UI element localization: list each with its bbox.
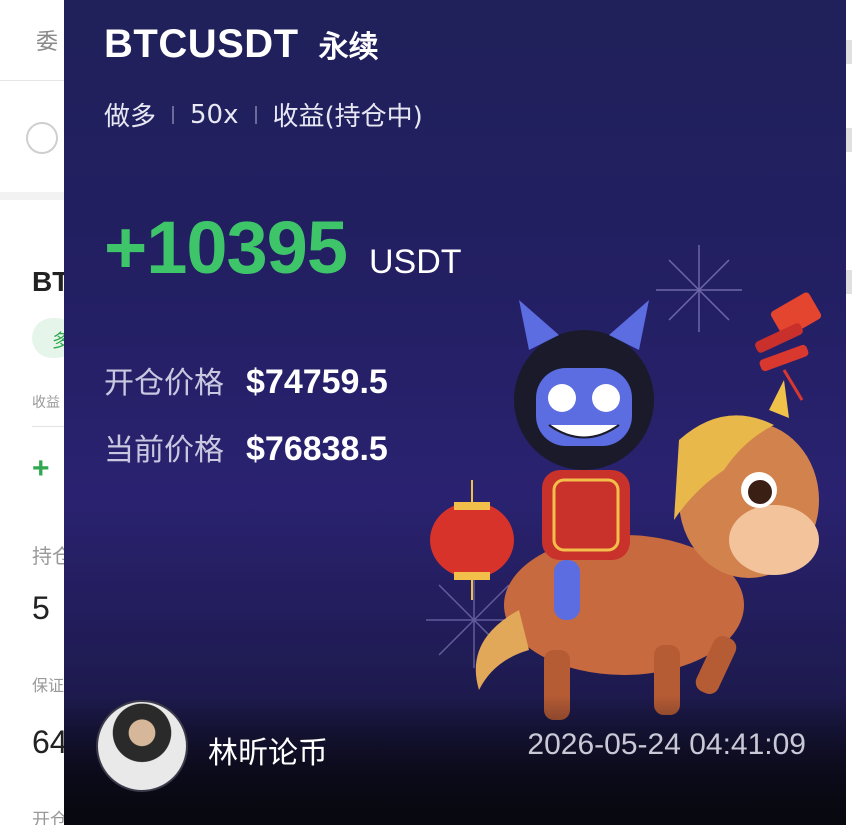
current-price-label: 当前价格 [104,433,224,468]
bg-bottom-label: 开仓 [32,810,68,825]
entry-price-value: $74759.5 [246,363,388,401]
meta-separator [172,105,175,124]
timestamp: 2026-05-24 04:41:09 [527,728,806,761]
bg-radio-button[interactable] [26,122,58,154]
current-price-row: 当前价格 $76838.5 [104,425,388,469]
entry-price-label: 开仓价格 [104,366,224,401]
symbol-name: BTCUSDT [104,22,299,66]
pnl-value: +10395 [104,206,348,289]
position-meta: 做多 50x 收益(持仓中) [104,96,423,133]
bg-tab[interactable]: 委 [36,24,58,56]
firework-icon [656,245,742,332]
username: 林昕论币 [208,736,328,771]
pnl-display: +10395 USDT [104,205,462,290]
pnl-status-label: 收益(持仓中) [272,102,423,132]
card-title: BTCUSDT 永续 [104,22,379,67]
bg-pnl: + [32,452,50,485]
lantern-icon [430,480,514,600]
leverage-label: 50x [190,99,239,130]
current-price-value: $76838.5 [246,430,388,468]
pnl-share-card: BTCUSDT 永续 做多 50x 收益(持仓中) +10395 USDT 开仓… [64,0,846,825]
bg-margin-label: 保证 [32,676,65,695]
entry-price-row: 开仓价格 $74759.5 [104,358,388,402]
firecracker-icon [755,292,822,401]
meta-separator [254,105,257,124]
user-avatar [96,700,188,792]
contract-type: 永续 [318,30,379,65]
bg-position-value: 5 [32,590,50,626]
bg-margin-value: 64 [32,724,68,760]
mascot-illustration [426,245,822,720]
bg-label: 收益 [32,395,60,411]
side-label: 做多 [104,102,157,132]
